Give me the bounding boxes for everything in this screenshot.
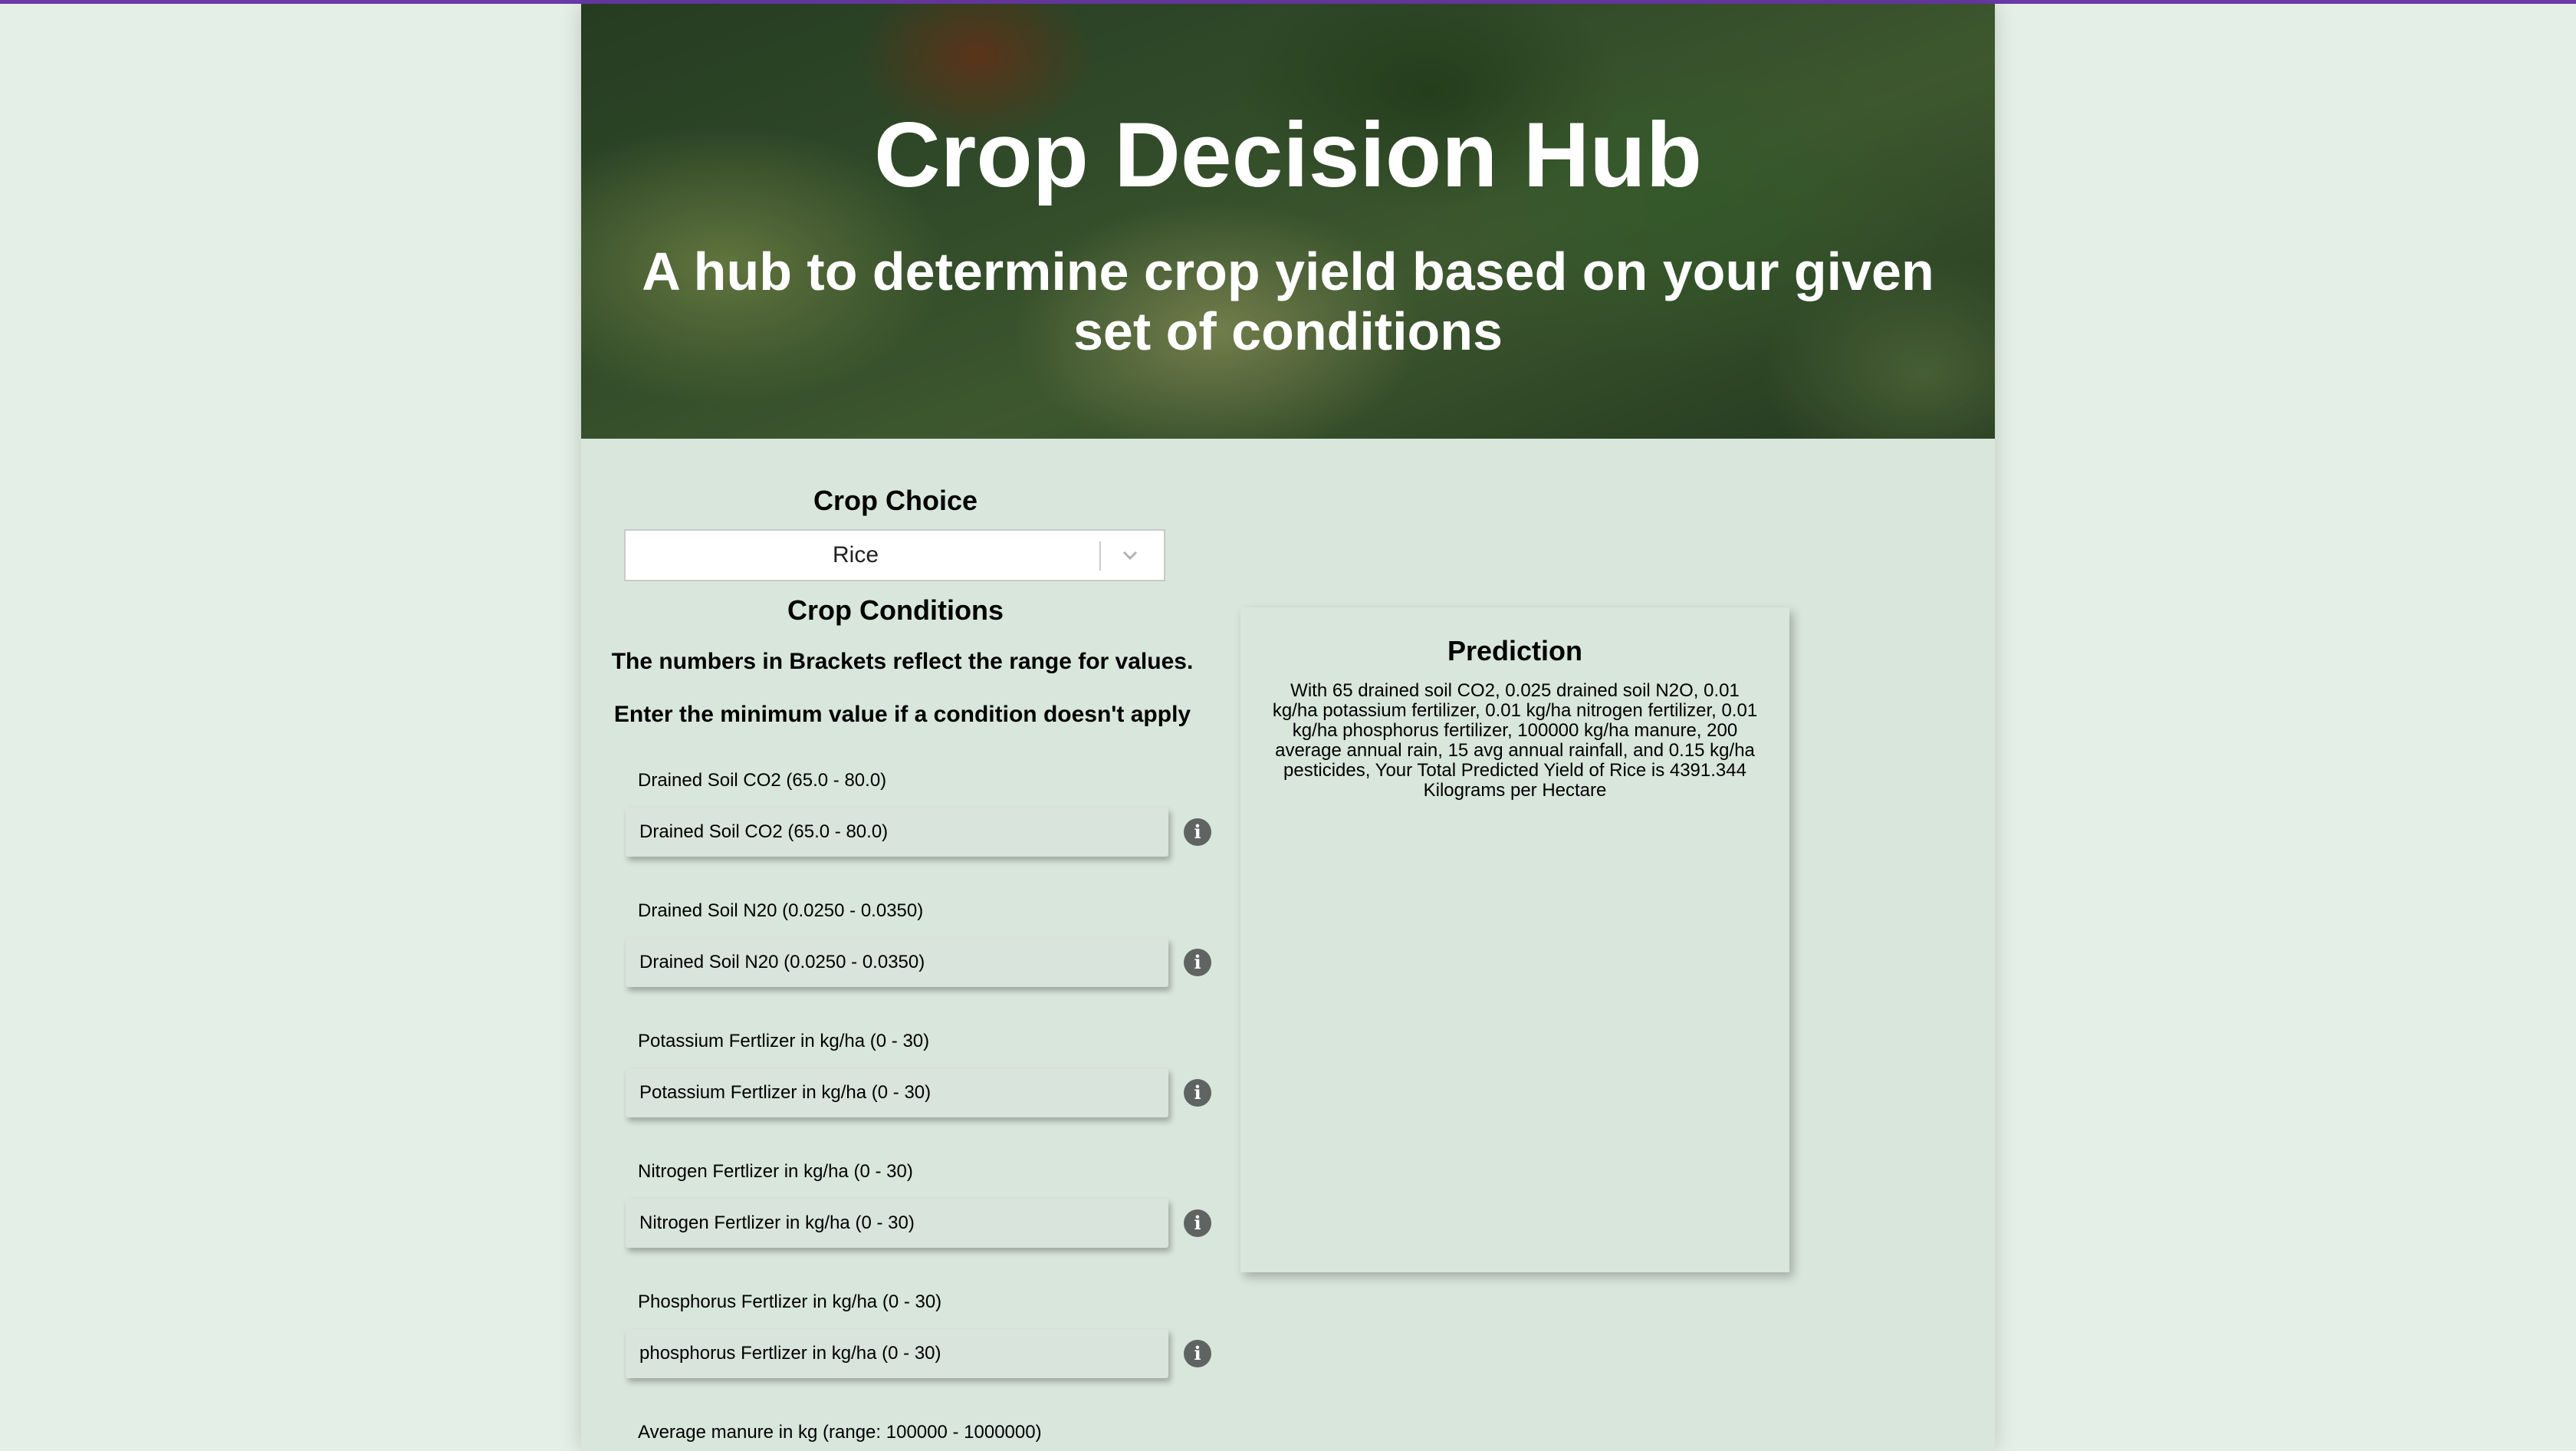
drained-soil-n20-label: Drained Soil N20 (0.0250 - 0.0350) — [638, 900, 924, 921]
potassium-fertilizer-label: Potassium Fertlizer in kg/ha (0 - 30) — [638, 1031, 930, 1051]
potassium-fertilizer-input[interactable] — [626, 1068, 1168, 1117]
chevron-down-icon[interactable] — [1113, 538, 1147, 572]
crop-choice-title: Crop Choice — [813, 485, 978, 516]
nitrogen-fertilizer-label: Nitrogen Fertlizer in kg/ha (0 - 30) — [638, 1161, 913, 1182]
info-icon[interactable]: i — [1184, 949, 1211, 976]
select-separator — [1099, 541, 1101, 571]
phosphorus-fertilizer-label: Phosphorus Fertlizer in kg/ha (0 - 30) — [638, 1291, 942, 1312]
info-icon[interactable]: i — [1184, 1209, 1211, 1237]
average-manure-label: Average manure in kg (range: 100000 - 10… — [638, 1422, 1042, 1443]
range-note: The numbers in Brackets reflect the rang… — [611, 649, 1194, 674]
prediction-card: Prediction With 65 drained soil CO2, 0.0… — [1240, 607, 1789, 1272]
drained-soil-co2-input[interactable] — [626, 808, 1168, 857]
hero-banner: Crop Decision Hub A hub to determine cro… — [581, 4, 1995, 439]
nitrogen-fertilizer-input[interactable] — [626, 1199, 1168, 1248]
prediction-result-text: With 65 drained soil CO2, 0.025 drained … — [1272, 680, 1758, 801]
page-subtitle: A hub to determine crop yield based on y… — [642, 242, 1934, 361]
main-container: Crop Decision Hub A hub to determine cro… — [581, 4, 1995, 1451]
phosphorus-fertilizer-input[interactable] — [626, 1329, 1168, 1378]
info-icon[interactable]: i — [1184, 818, 1211, 846]
info-icon[interactable]: i — [1184, 1340, 1211, 1367]
drained-soil-n20-input[interactable] — [626, 938, 1168, 987]
page-title: Crop Decision Hub — [873, 104, 1703, 206]
crop-select-value: Rice — [832, 542, 879, 568]
minimum-value-note: Enter the minimum value if a condition d… — [613, 702, 1191, 727]
crop-select[interactable]: Rice — [624, 529, 1165, 581]
info-icon[interactable]: i — [1184, 1079, 1211, 1107]
crop-conditions-title: Crop Conditions — [787, 594, 1004, 626]
prediction-title: Prediction — [1447, 635, 1583, 666]
drained-soil-co2-label: Drained Soil CO2 (65.0 - 80.0) — [638, 770, 887, 791]
